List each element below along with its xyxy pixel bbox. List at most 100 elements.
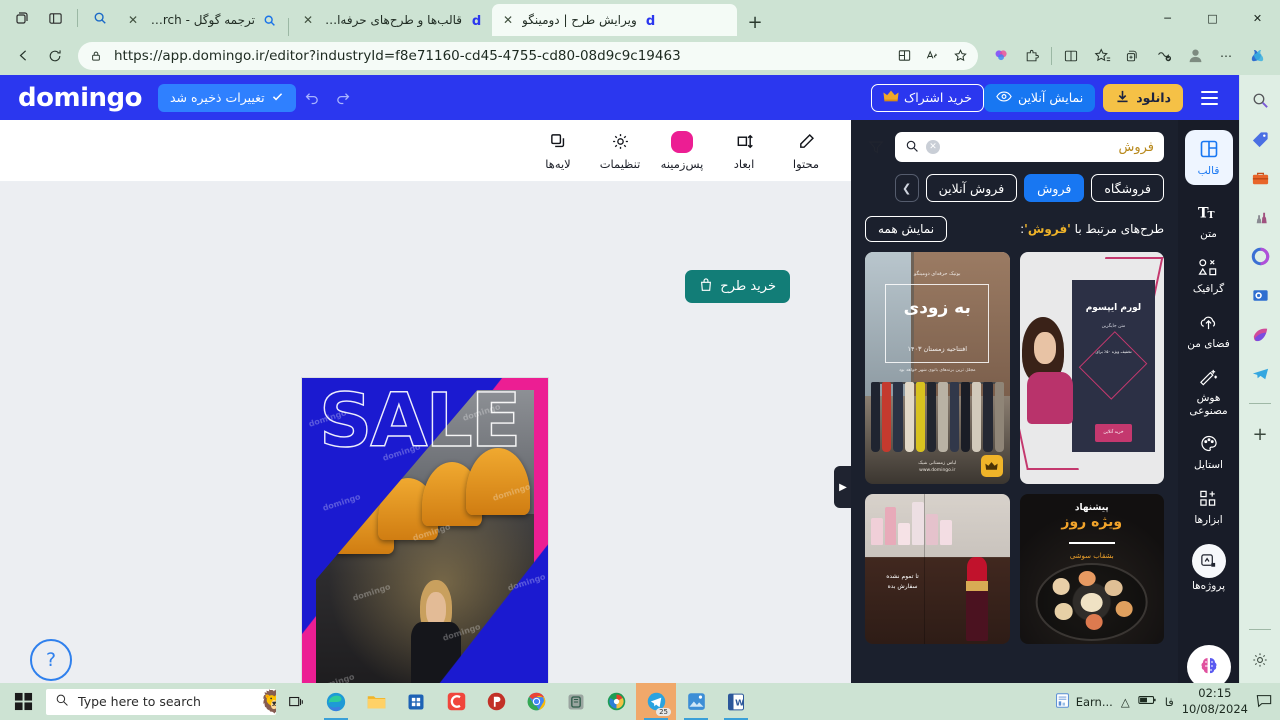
toolbar-item-dimensions[interactable]: ابعاد <box>717 131 771 171</box>
microsoft365-icon[interactable] <box>1247 243 1273 269</box>
dock-item-text[interactable]: TT متن <box>1198 203 1219 240</box>
template-card-cosmetics[interactable]: تا تموم نشده سفارش بده <box>865 494 1010 644</box>
designer-icon[interactable] <box>1247 321 1273 347</box>
taskbar-search[interactable]: Type here to search 🦁 <box>46 688 276 715</box>
online-preview-button[interactable]: نمایش آنلاین <box>983 83 1096 112</box>
copilot-icon[interactable] <box>1242 41 1272 71</box>
close-button[interactable]: ✕ <box>1235 2 1280 34</box>
browser-tab-2[interactable]: ✕ قالب‌ها و طرح‌های حرفه‌ای و رایگان d <box>292 4 492 36</box>
outlook-icon[interactable] <box>1247 282 1273 308</box>
show-all-button[interactable]: نمایش همه <box>865 216 948 242</box>
taskbar-app-edge[interactable] <box>316 683 356 720</box>
add-icon[interactable]: + <box>1247 421 1273 447</box>
address-bar[interactable]: https://app.domingo.ir/editor?industryId… <box>78 41 978 70</box>
collections-add-icon[interactable] <box>1118 41 1148 71</box>
taskbar-app-file-explorer[interactable] <box>356 683 396 720</box>
template-card-clothing-store[interactable]: بوتیک حرفه‌ای دومینگو به زودی افتتاحیه ز… <box>865 252 1010 484</box>
subscribe-button[interactable]: خرید اشتراک <box>871 83 984 112</box>
dock-item-style[interactable]: استایل <box>1194 434 1223 471</box>
language-indicator[interactable]: فا <box>1165 695 1174 709</box>
clear-icon[interactable]: ✕ <box>926 140 940 154</box>
dock-item-tools[interactable]: ابزارها <box>1194 489 1223 526</box>
design-headline[interactable]: SALE <box>318 383 522 668</box>
filter-icon[interactable] <box>865 136 887 158</box>
toolbar-item-layers[interactable]: لایه‌ها <box>531 131 585 171</box>
tab-close-icon[interactable]: ✕ <box>125 12 141 28</box>
chip-shop[interactable]: فروشگاه <box>1091 174 1164 202</box>
browser-tab-3-active[interactable]: ✕ ویرایش طرح | دومینگو d <box>492 4 737 36</box>
read-aloud-icon[interactable] <box>922 46 942 66</box>
chip-online-sale[interactable]: فروش آنلاین <box>925 174 1018 202</box>
toolbar-item-settings[interactable]: تنظیمات <box>593 131 647 171</box>
canvas-area[interactable]: خرید طرح domingo domingo domingo domingo… <box>0 182 852 683</box>
settings-gear-icon[interactable] <box>1247 647 1273 673</box>
design-artboard[interactable]: SALE FASION LIFE STYLE domingo domingo d… <box>302 378 548 683</box>
search-box[interactable]: ✕ <box>895 132 1164 162</box>
telegram-icon[interactable] <box>1247 360 1273 386</box>
dock-item-ai[interactable]: هوش مصنوعی <box>1178 368 1239 418</box>
tools-icon[interactable] <box>1247 165 1273 191</box>
collections-icon[interactable] <box>894 46 914 66</box>
favorite-icon[interactable] <box>950 46 970 66</box>
domingo-logo[interactable]: domingo <box>10 83 142 113</box>
undo-icon[interactable] <box>300 85 326 111</box>
toolbar-item-content[interactable]: محتوا <box>779 131 833 171</box>
buy-design-button[interactable]: خرید طرح <box>685 270 790 303</box>
dock-item-myspace[interactable]: فضای من <box>1187 313 1230 350</box>
tab-group-icon[interactable] <box>10 5 36 31</box>
template-card-sushi[interactable]: پیشنهاد ویژه روز بشقاب سوشی مخصوص <box>1019 494 1164 644</box>
search-icon[interactable] <box>1247 87 1273 113</box>
taskbar-app-word[interactable]: W <box>716 683 756 720</box>
taskbar-app-photos[interactable] <box>676 683 716 720</box>
back-icon[interactable] <box>8 41 38 71</box>
tray-item[interactable]: Earn... <box>1054 692 1113 712</box>
toolbar-item-background[interactable]: پس‌زمینه <box>655 130 709 171</box>
notification-icon[interactable] <box>1256 693 1272 711</box>
ai-fab-button[interactable] <box>1186 645 1231 683</box>
dock-item-template[interactable]: قالب <box>1184 130 1233 185</box>
tab-close-icon[interactable]: ✕ <box>300 12 316 28</box>
dock-item-graphics[interactable]: گرافیک <box>1193 258 1224 295</box>
minimize-button[interactable]: ─ <box>1145 2 1190 34</box>
extensions-icon[interactable] <box>1017 41 1047 71</box>
refresh-icon[interactable] <box>40 41 70 71</box>
template-title1: پیشنهاد <box>1074 503 1109 513</box>
taskbar-app-idm[interactable] <box>596 683 636 720</box>
panel-collapse-toggle[interactable]: ▶ <box>834 466 852 508</box>
tab-search-icon[interactable] <box>87 5 113 31</box>
template-card-pink-fashion[interactable]: لورم ایپسوم متن جایگزین تخفیف ویژه ۵۰٪ ب… <box>1019 252 1164 484</box>
tab-close-icon[interactable]: ✕ <box>500 12 516 28</box>
taskbar-app-microsoft-store[interactable] <box>396 683 436 720</box>
split-screen-icon[interactable] <box>42 5 68 31</box>
download-button[interactable]: دانلود <box>1103 83 1183 112</box>
taskbar-app-camtasia[interactable] <box>436 683 476 720</box>
search-input[interactable] <box>947 139 1154 155</box>
more-icon[interactable]: ⋯ <box>1211 41 1241 71</box>
taskbar-app-potplayer[interactable] <box>476 683 516 720</box>
chip-sale[interactable]: فروش <box>1024 174 1085 202</box>
hamburger-icon[interactable] <box>1195 84 1223 112</box>
taskbar-clock[interactable]: 02:15 10/08/2024 <box>1182 686 1248 717</box>
browser-tab-1[interactable]: ✕ ترجمه گوگل - Search <box>117 4 285 36</box>
search-icon[interactable] <box>905 139 919 156</box>
split-screen-icon[interactable] <box>1056 41 1086 71</box>
chevron-left-icon[interactable]: ❮ <box>894 174 919 202</box>
redo-icon[interactable] <box>330 85 356 111</box>
battery-icon[interactable] <box>1138 694 1157 709</box>
task-view-icon[interactable] <box>276 683 316 720</box>
help-button[interactable]: ? <box>30 639 72 681</box>
chevron-up-icon[interactable]: △ <box>1121 695 1130 709</box>
windows-start-icon[interactable] <box>0 683 46 720</box>
copilot-brain-icon[interactable] <box>986 41 1016 71</box>
new-tab-button[interactable]: + <box>741 8 769 36</box>
dock-item-projects[interactable]: پروژه‌ها <box>1191 544 1226 592</box>
shopping-icon[interactable] <box>1247 126 1273 152</box>
games-icon[interactable] <box>1247 204 1273 230</box>
maximize-button[interactable]: □ <box>1190 2 1235 34</box>
taskbar-app-chrome[interactable] <box>516 683 556 720</box>
taskbar-app-notes[interactable] <box>556 683 596 720</box>
browser-essentials-icon[interactable] <box>1149 41 1179 71</box>
taskbar-app-telegram[interactable]: 25 <box>636 683 676 720</box>
profile-icon[interactable] <box>1180 41 1210 71</box>
favorites-icon[interactable] <box>1087 41 1117 71</box>
